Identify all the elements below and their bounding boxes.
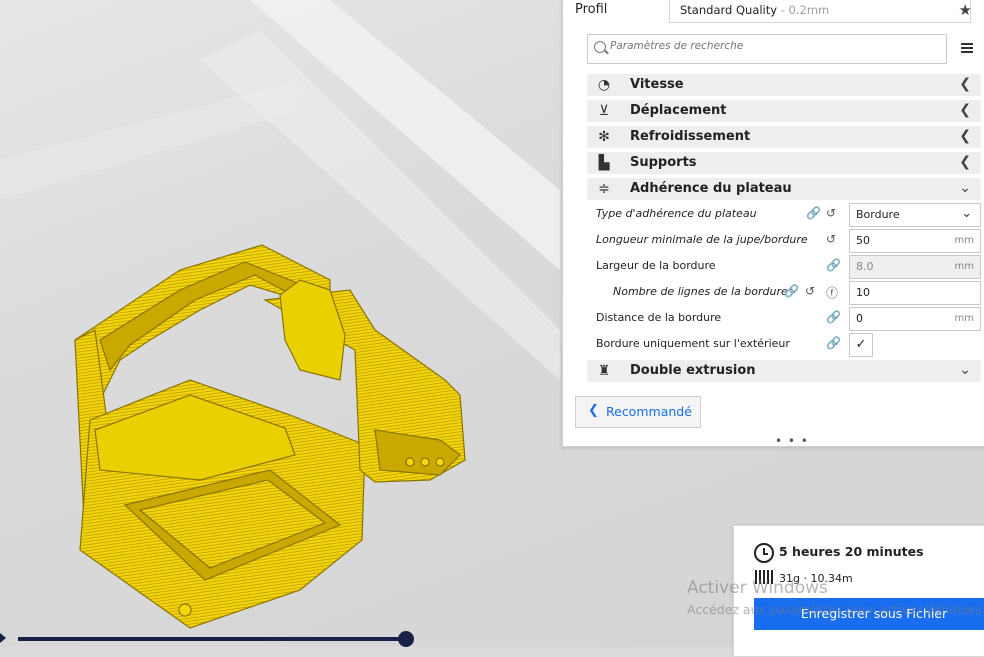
category-deplacement[interactable]: ⊻ Déplacement ❮ (587, 100, 981, 122)
checkmark-icon: ✓ (855, 337, 867, 352)
link-icon[interactable]: 🔗 (806, 206, 821, 220)
support-icon: ▙ (598, 155, 610, 171)
category-label: Vitesse (630, 77, 684, 92)
profile-label: Profil (575, 2, 608, 17)
chevron-left-icon: ❮ (588, 403, 599, 418)
setting-label: Type d'adhérence du plateau (596, 207, 757, 220)
category-label: Déplacement (630, 103, 727, 118)
brim-line-count-input[interactable]: 10 (849, 281, 981, 305)
setting-value: Bordure (856, 208, 900, 221)
profile-layer-height: - 0.2mm (777, 3, 830, 17)
link-icon[interactable]: 🔗 (826, 336, 841, 350)
3d-model[interactable] (74, 244, 466, 629)
reset-icon[interactable]: ↺ (805, 284, 815, 298)
setting-brim-line-count: Nombre de lignes de la bordure 🔗 ↺ ⓕ 10 (587, 280, 981, 305)
search-input[interactable] (610, 40, 930, 52)
profile-selector[interactable]: Standard Quality - 0.2mm ★ (669, 0, 972, 23)
function-icon[interactable]: ⓕ (826, 284, 838, 301)
adhesion-type-select[interactable]: Bordure ⌄ (849, 203, 981, 227)
setting-label: Bordure uniquement sur l'extérieur (596, 337, 790, 350)
chevron-down-icon: ⌄ (959, 180, 971, 196)
windows-activation-subtitle: Accédez aux paramètres pour activer Wind… (687, 602, 984, 617)
setting-value: 8.0 (856, 260, 874, 273)
skirt-min-length-input[interactable]: 50 mm (849, 229, 981, 253)
reset-icon[interactable]: ↺ (826, 232, 836, 246)
reset-icon[interactable]: ↺ (826, 206, 836, 220)
setting-unit: mm (954, 235, 974, 246)
brim-outside-only-checkbox[interactable]: ✓ (849, 333, 873, 357)
windows-activation-title: Activer Windows (687, 578, 828, 598)
category-vitesse[interactable]: ◔ Vitesse ❮ (587, 74, 981, 96)
search-icon (594, 41, 606, 53)
setting-label: Distance de la bordure (596, 311, 722, 324)
brim-width-input[interactable]: 8.0 mm (849, 255, 981, 279)
setting-value: 10 (856, 286, 870, 299)
chevron-left-icon: ❮ (959, 102, 971, 118)
category-adherence[interactable]: ≑ Adhérence du plateau ⌄ (587, 178, 981, 200)
category-label: Adhérence du plateau (630, 181, 792, 196)
panel-resize-handle[interactable]: • • • (775, 434, 809, 448)
print-time: 5 heures 20 minutes (779, 544, 924, 559)
dual-extruder-icon: ♜ (597, 363, 611, 379)
link-icon[interactable]: 🔗 (826, 258, 841, 272)
nozzle-icon: ⊻ (598, 103, 610, 119)
layer-slider-track[interactable] (18, 637, 410, 641)
recommended-button[interactable]: ❮ Recommandé (575, 396, 701, 428)
chevron-down-icon: ⌄ (959, 362, 971, 378)
category-label: Supports (630, 155, 697, 170)
setting-label: Largeur de la bordure (596, 259, 716, 272)
setting-adhesion-type: Type d'adhérence du plateau 🔗 ↺ Bordure … (587, 202, 981, 227)
setting-unit: mm (954, 261, 974, 272)
link-icon[interactable]: 🔗 (826, 310, 841, 324)
adhesion-icon: ≑ (598, 181, 610, 197)
setting-skirt-min-length: Longueur minimale de la jupe/bordure ↺ 5… (587, 228, 981, 253)
search-settings[interactable] (587, 34, 947, 64)
brim-distance-input[interactable]: 0 mm (849, 307, 981, 331)
link-icon[interactable]: 🔗 (784, 284, 799, 298)
category-label: Double extrusion (630, 363, 756, 378)
profile-quality: Standard Quality - 0.2mm (680, 3, 830, 17)
recommended-label: Recommandé (606, 404, 692, 419)
speedometer-icon: ◔ (597, 77, 611, 93)
print-settings-panel: Profil Standard Quality - 0.2mm ★ ◔ Vite… (562, 0, 984, 448)
hamburger-menu-icon[interactable] (961, 43, 973, 53)
chevron-left-icon: ❮ (959, 154, 971, 170)
category-double-extrusion[interactable]: ♜ Double extrusion ⌄ (587, 360, 981, 382)
chevron-left-icon: ❮ (959, 128, 971, 144)
setting-label: Longueur minimale de la jupe/bordure (596, 233, 808, 246)
setting-value: 0 (856, 312, 863, 325)
setting-brim-width: Largeur de la bordure 🔗 8.0 mm (587, 254, 981, 279)
star-icon[interactable]: ★ (959, 1, 972, 19)
layer-slider-handle[interactable] (398, 631, 414, 647)
category-supports[interactable]: ▙ Supports ❮ (587, 152, 981, 174)
fan-icon: ✻ (598, 129, 610, 145)
play-icon[interactable] (0, 633, 6, 643)
category-label: Refroidissement (630, 129, 751, 144)
chevron-left-icon: ❮ (959, 76, 971, 92)
category-refroidissement[interactable]: ✻ Refroidissement ❮ (587, 126, 981, 148)
profile-row: Profil Standard Quality - 0.2mm ★ (563, 0, 984, 24)
setting-unit: mm (954, 313, 974, 324)
clock-icon (754, 543, 774, 563)
setting-brim-distance: Distance de la bordure 🔗 0 mm (587, 306, 981, 331)
setting-brim-outside-only: Bordure uniquement sur l'extérieur 🔗 ✓ (587, 332, 981, 357)
chevron-down-icon: ⌄ (961, 206, 972, 221)
setting-label: Nombre de lignes de la bordure (613, 285, 788, 298)
setting-value: 50 (856, 234, 870, 247)
